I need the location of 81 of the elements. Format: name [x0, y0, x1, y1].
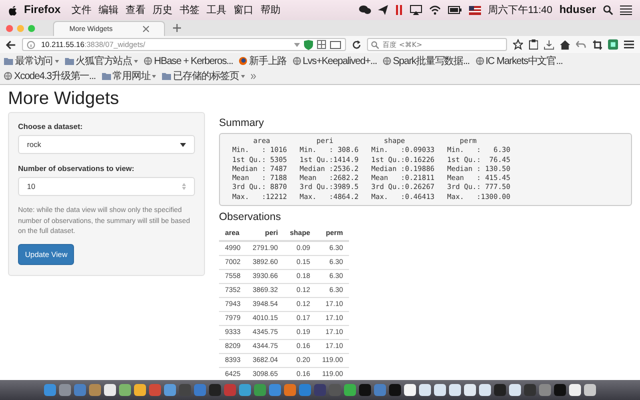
page-title: More Widgets: [8, 88, 120, 108]
wifi-icon[interactable]: [429, 5, 442, 15]
chevron-icon[interactable]: [251, 74, 256, 78]
globe-icon: [382, 57, 391, 65]
pause-icon[interactable]: [395, 5, 404, 15]
bookmark-item[interactable]: 火狐官方站点: [64, 54, 138, 68]
back-arrow-icon[interactable]: [6, 40, 16, 50]
app-icon[interactable]: [164, 384, 176, 396]
chat-bubbles-icon[interactable]: [359, 5, 372, 15]
battery-icon[interactable]: [448, 6, 462, 14]
section-heading: Observations: [219, 211, 282, 224]
bookmark-item[interactable]: Lvs+Keepalived+...: [292, 56, 377, 66]
star-icon[interactable]: [512, 39, 523, 50]
bookmark-item[interactable]: 常用网址: [102, 69, 156, 83]
globe-icon: [4, 72, 12, 80]
clipboard-icon[interactable]: [528, 39, 538, 50]
menu-item[interactable]: 工具: [206, 3, 227, 17]
airplay-icon[interactable]: [410, 5, 422, 15]
app-icon[interactable]: [569, 384, 581, 396]
app-icon[interactable]: [119, 384, 131, 396]
menu-item[interactable]: 查看: [126, 3, 146, 17]
folder-icon: [102, 72, 111, 80]
app-icon[interactable]: [509, 384, 521, 396]
bookmark-item[interactable]: IC Markets中文官...: [476, 54, 563, 68]
shield-icon[interactable]: [304, 40, 313, 50]
menu-item[interactable]: 窗口: [234, 3, 254, 17]
grid-icon[interactable]: [316, 40, 326, 49]
extension-icon[interactable]: [608, 39, 618, 50]
menu-item[interactable]: 历史: [152, 3, 173, 17]
bookmark-item[interactable]: 已存储的标签页: [162, 69, 246, 83]
new-tab-icon[interactable]: [173, 24, 181, 32]
app-icon[interactable]: [344, 384, 356, 396]
paper-plane-icon[interactable]: [378, 5, 388, 15]
app-icon[interactable]: [464, 384, 476, 396]
spinner-icon: [182, 183, 186, 190]
app-icon[interactable]: [404, 384, 416, 396]
globe-icon: [144, 57, 152, 65]
reload-icon[interactable]: [352, 40, 361, 50]
dropdown-caret-icon[interactable]: [294, 42, 300, 46]
apple-logo-icon[interactable]: [8, 4, 17, 16]
reader-view-icon[interactable]: [330, 40, 341, 48]
bookmark-item[interactable]: HBase + Kerberos...: [144, 56, 233, 66]
clock[interactable]: 周六下午11:40: [488, 3, 552, 17]
close-window-icon[interactable]: [6, 24, 13, 32]
list-icon[interactable]: [620, 5, 632, 15]
menu-icon[interactable]: [624, 40, 634, 49]
folder-icon: [162, 72, 172, 80]
menu-item[interactable]: 书签: [180, 3, 200, 17]
search-icon[interactable]: [603, 5, 613, 15]
app-icon[interactable]: [239, 384, 251, 396]
folder-icon: [4, 57, 13, 65]
crop-icon[interactable]: [592, 40, 602, 50]
section-heading: Summary: [219, 117, 265, 129]
globe-icon: [292, 57, 301, 65]
app-menu[interactable]: Firefox: [24, 4, 61, 16]
undo-arrow-icon[interactable]: [576, 40, 587, 49]
caret-icon: [180, 142, 186, 146]
menu-item[interactable]: 编辑: [98, 3, 119, 17]
app-icon[interactable]: [134, 384, 146, 396]
bookmark-item[interactable]: 最常访问: [4, 54, 59, 68]
bookmark-item[interactable]: Spark批量写数据...: [382, 54, 470, 68]
menu-item[interactable]: 帮助: [260, 3, 281, 17]
menu-item[interactable]: 文件: [72, 3, 92, 17]
user-name[interactable]: hduser: [559, 4, 596, 16]
app-icon[interactable]: [479, 384, 491, 396]
bookmark-item[interactable]: Xcode4.3升级第一...: [4, 69, 96, 83]
bookmark-item[interactable]: 新手上路: [238, 54, 287, 68]
app-icon[interactable]: [419, 384, 431, 396]
app-icon[interactable]: [389, 384, 401, 396]
download-tray-icon[interactable]: [544, 40, 554, 50]
folder-icon: [64, 57, 74, 65]
close-icon[interactable]: [142, 26, 149, 32]
flag-icon[interactable]: [469, 6, 482, 14]
home-icon[interactable]: [560, 40, 570, 50]
globe-icon: [476, 57, 484, 65]
info-icon[interactable]: [27, 40, 36, 48]
app-icon[interactable]: [584, 384, 596, 396]
fox-logo-icon: [238, 57, 247, 65]
app-icon[interactable]: [104, 384, 116, 396]
app-icon[interactable]: [434, 384, 446, 396]
app-icon[interactable]: [449, 384, 461, 396]
